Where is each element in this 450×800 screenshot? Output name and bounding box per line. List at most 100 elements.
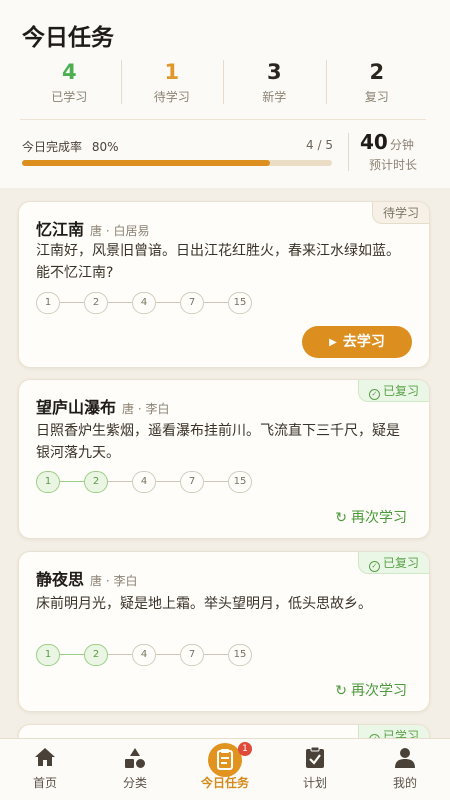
poem-card[interactable]: 待学习 忆江南唐 · 白居易 江南好，风景旧曾谙。日出江花红胜火，春来江水绿如蓝… <box>18 201 430 368</box>
review-step: 1 <box>36 471 60 493</box>
review-steps: 1 2 4 7 15 <box>36 471 266 493</box>
progress-count: 4 / 5 <box>306 138 333 152</box>
estimate-label: 预计时长 <box>369 158 418 172</box>
poem-author: 唐 · 白居易 <box>90 224 150 238</box>
check-circle-icon: ✓ <box>368 389 380 400</box>
tab-bar: 首页 分类 今日任务 计划 我的 <box>0 738 450 800</box>
poem-card[interactable]: ✓ 已复习 静夜思唐 · 李白 床前明月光，疑是地上霜。举头望明月，低头思故乡。 … <box>18 551 430 712</box>
stat-studied-value: 4 <box>61 60 77 84</box>
review-step: 2 <box>84 292 108 314</box>
status-badge-label: 已复习 <box>382 556 419 570</box>
home-icon <box>35 748 55 766</box>
review-step: 2 <box>84 644 108 666</box>
review-step: 7 <box>180 292 204 314</box>
stat-studied[interactable]: 4 已学习 <box>18 58 121 110</box>
step-connector <box>60 481 84 482</box>
poem-text: 日照香炉生紫烟，遥看瀑布挂前川。飞流直下三千尺，疑是银河落九天。 <box>36 423 400 461</box>
refresh-icon: ↻ <box>335 683 347 699</box>
step-connector <box>108 654 132 655</box>
check-circle-icon: ✓ <box>368 561 380 572</box>
study-again-button[interactable]: ↻ 再次学习 <box>335 680 407 700</box>
poem-text: 床前明月光，疑是地上霜。举头望明月，低头思故乡。 <box>36 596 372 612</box>
stat-review-value: 2 <box>369 60 385 84</box>
step-connector <box>156 481 180 482</box>
review-step: 4 <box>132 292 156 314</box>
play-icon: ▶ <box>329 337 337 348</box>
vertical-divider <box>348 133 349 171</box>
review-step: 15 <box>228 471 252 493</box>
review-step: 4 <box>132 644 156 666</box>
tab-mine[interactable]: 我的 <box>360 739 450 800</box>
step-connector <box>60 654 84 655</box>
progress-bar-fill <box>22 160 270 166</box>
step-connector <box>108 302 132 303</box>
plan-icon <box>306 747 324 768</box>
stat-new-value: 3 <box>266 60 282 84</box>
tab-home[interactable]: 首页 <box>0 739 90 800</box>
stat-studied-label: 已学习 <box>51 90 88 104</box>
step-connector <box>204 654 228 655</box>
stat-pending[interactable]: 1 待学习 <box>120 58 224 110</box>
progress-label-text: 今日完成率 <box>22 140 83 154</box>
user-icon <box>395 748 415 768</box>
status-badge: ✓ 已复习 <box>357 552 429 574</box>
study-button-label: 去学习 <box>342 334 385 350</box>
study-again-label: 再次学习 <box>351 510 407 526</box>
step-connector <box>156 302 180 303</box>
review-step: 1 <box>36 292 60 314</box>
review-steps: 1 2 4 7 15 <box>36 644 266 666</box>
study-button[interactable]: ▶ 去学习 <box>302 326 412 358</box>
header: 今日任务 4 已学习 1 待学习 3 新学 2 复习 今日完成率 80% 4 /… <box>0 0 450 188</box>
step-connector <box>204 481 228 482</box>
stat-new-label: 新学 <box>262 90 287 104</box>
poem-author: 唐 · 李白 <box>90 574 138 588</box>
stat-pending-value: 1 <box>164 60 180 84</box>
estimate-unit: 分钟 <box>389 138 414 152</box>
progress-label: 今日完成率 80% <box>22 138 119 155</box>
tab-category[interactable]: 分类 <box>90 739 180 800</box>
notification-badge: 1 <box>238 742 252 756</box>
progress-percent: 80% <box>91 140 119 154</box>
stat-review[interactable]: 2 复习 <box>325 58 429 110</box>
poem-title: 忆江南唐 · 白居易 <box>36 216 149 240</box>
review-step: 2 <box>84 471 108 493</box>
progress-bar <box>22 160 332 166</box>
estimate-value: 40 <box>360 130 388 154</box>
review-step: 7 <box>180 644 204 666</box>
poem-title: 静夜思唐 · 李白 <box>36 566 137 590</box>
tab-today-task-label: 今日任务 <box>200 776 249 790</box>
poem-text: 江南好，风景旧曾谙。日出江花红胜火，春来江水绿如蓝。能不忆江南? <box>36 243 400 281</box>
tab-home-label: 首页 <box>32 776 57 790</box>
review-step: 4 <box>132 471 156 493</box>
status-badge: 待学习 <box>371 202 429 224</box>
study-again-button[interactable]: ↻ 再次学习 <box>335 507 407 527</box>
tab-category-label: 分类 <box>122 776 147 790</box>
study-again-label: 再次学习 <box>351 683 407 699</box>
step-connector <box>108 481 132 482</box>
task-icon <box>208 743 242 777</box>
review-steps: 1 2 4 7 15 <box>36 292 266 314</box>
tab-mine-label: 我的 <box>392 776 417 790</box>
review-step: 15 <box>228 292 252 314</box>
step-connector <box>60 302 84 303</box>
estimate: 40 分钟 <box>360 130 440 154</box>
tab-plan-label: 计划 <box>302 776 327 790</box>
stat-new[interactable]: 3 新学 <box>223 58 326 110</box>
poem-title-text: 忆江南 <box>36 220 85 239</box>
divider <box>20 119 426 120</box>
step-connector <box>156 654 180 655</box>
poem-title-text: 望庐山瀑布 <box>36 398 117 417</box>
review-step: 7 <box>180 471 204 493</box>
page-title: 今日任务 <box>22 25 114 51</box>
refresh-icon: ↻ <box>335 510 347 526</box>
tab-plan[interactable]: 计划 <box>270 739 360 800</box>
stats-row: 4 已学习 1 待学习 3 新学 2 复习 <box>18 58 428 110</box>
stat-pending-label: 待学习 <box>153 90 190 104</box>
category-icon <box>125 748 145 768</box>
poem-card[interactable]: ✓ 已复习 望庐山瀑布唐 · 李白 日照香炉生紫烟，遥看瀑布挂前川。飞流直下三千尺… <box>18 379 430 539</box>
status-badge: ✓ 已复习 <box>357 380 429 402</box>
poem-author: 唐 · 李白 <box>122 402 170 416</box>
poem-title: 望庐山瀑布唐 · 李白 <box>36 394 169 418</box>
poem-title-text: 静夜思 <box>36 570 85 589</box>
tab-today-task[interactable]: 今日任务 <box>180 739 270 800</box>
